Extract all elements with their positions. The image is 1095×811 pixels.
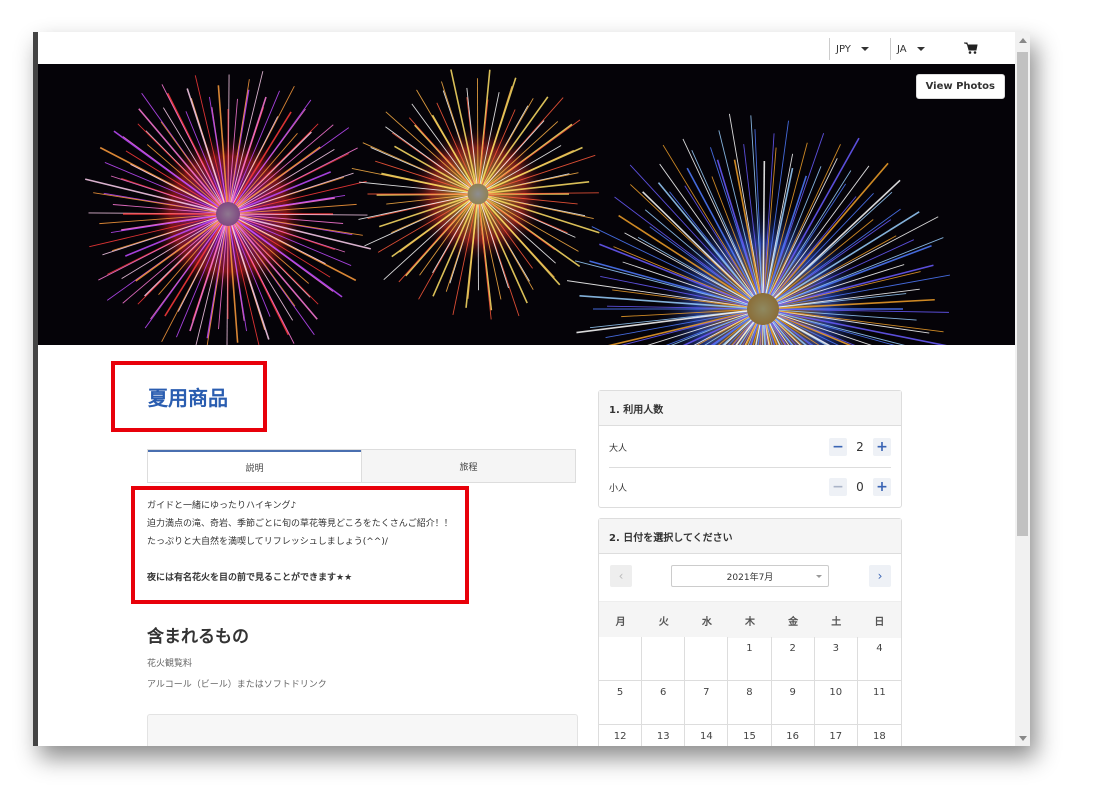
weekday-header: 月 火 水 木 金 土 日 xyxy=(599,601,901,638)
top-bar: JPY JA xyxy=(38,32,1015,64)
product-title: 夏用商品 xyxy=(148,386,228,410)
weekday-label: 月 xyxy=(615,616,626,628)
weekday-label: 金 xyxy=(788,616,799,628)
weekday-label: 水 xyxy=(701,616,712,628)
adult-count: 2 xyxy=(856,440,864,454)
includes-heading: 含まれるもの xyxy=(147,627,249,647)
hero-image-fireworks: View Photos xyxy=(38,64,1015,345)
adult-label: 大人 xyxy=(609,443,628,454)
firework-burst xyxy=(85,71,371,345)
date-heading: 2. 日付を選択してください xyxy=(599,519,901,554)
description-line: たっぷりと大自然を満喫してリフレッシュしましょう(^^)/ xyxy=(147,537,388,547)
firework-burst xyxy=(351,69,600,320)
fireworks-image xyxy=(85,69,951,345)
includes-item: アルコール（ビール）またはソフトドリンク xyxy=(147,680,327,690)
weekday-label: 火 xyxy=(658,616,669,628)
weekday-label: 日 xyxy=(874,616,885,628)
calendar-day[interactable]: 10 xyxy=(814,681,858,725)
calendar-day[interactable]: 5 xyxy=(599,681,643,725)
description-line: ガイドと一緒にゆったりハイキング♪ xyxy=(147,501,297,511)
child-row: 小人 − 0 + xyxy=(609,467,891,507)
child-label: 小人 xyxy=(609,483,628,494)
weekday-label: 木 xyxy=(744,616,755,628)
calendar-day[interactable]: 12 xyxy=(599,725,643,746)
prev-month-button[interactable]: ‹ xyxy=(610,565,632,587)
view-photos-button[interactable]: View Photos xyxy=(915,74,1005,99)
next-month-button[interactable]: › xyxy=(869,565,891,587)
weekday-label: 土 xyxy=(831,616,842,628)
participants-card: 1. 利用人数 大人 − 2 + 小人 − 0 + xyxy=(598,390,902,508)
calendar-empty-cell xyxy=(599,637,643,681)
description-line: 迫力満点の滝、奇岩、季節ごとに旬の草花等見どころをたくさんご紹介！！ xyxy=(147,519,453,529)
participants-heading: 1. 利用人数 xyxy=(599,391,901,426)
adult-plus-button[interactable]: + xyxy=(873,438,891,456)
chevron-down-icon xyxy=(816,575,822,578)
calendar-day[interactable]: 3 xyxy=(814,637,858,681)
calendar-day[interactable]: 2 xyxy=(771,637,815,681)
child-count: 0 xyxy=(856,480,864,494)
calendar-day[interactable]: 17 xyxy=(815,725,858,746)
calendar-day[interactable]: 15 xyxy=(728,725,772,746)
calendar-day[interactable]: 11 xyxy=(857,681,901,725)
child-plus-button[interactable]: + xyxy=(873,478,891,496)
product-tabs: 説明 旅程 xyxy=(147,449,576,483)
scrollbar-thumb[interactable] xyxy=(1017,52,1028,536)
calendar-day[interactable]: 18 xyxy=(858,725,901,746)
scroll-up-icon[interactable] xyxy=(1019,38,1027,43)
firework-burst xyxy=(566,113,951,345)
scroll-down-icon[interactable] xyxy=(1019,736,1027,741)
language-value: JA xyxy=(897,43,907,55)
month-value: 2021年7月 xyxy=(726,572,774,583)
adult-minus-button[interactable]: − xyxy=(829,438,847,456)
browser-frame: JPY JA View Photos 夏用商品 説明 旅程 ガイドと一緒にゆった… xyxy=(33,32,1030,746)
chevron-down-icon xyxy=(916,47,925,51)
tab-itinerary[interactable]: 旅程 xyxy=(361,450,575,482)
calendar-day[interactable]: 14 xyxy=(685,725,729,746)
month-select[interactable]: 2021年7月 xyxy=(671,565,829,587)
chevron-down-icon xyxy=(860,47,869,51)
calendar-day[interactable]: 1 xyxy=(728,637,772,681)
calendar-empty-cell xyxy=(685,637,729,681)
calendar-grid: 1 2 3 4 5 6 7 8 9 10 11 12 13 14 15 16 17 18 xyxy=(599,637,901,746)
cart-icon[interactable] xyxy=(964,42,978,54)
adult-row: 大人 − 2 + xyxy=(609,427,891,468)
currency-select[interactable]: JPY xyxy=(829,38,892,60)
calendar-empty-cell xyxy=(642,637,686,681)
language-select[interactable]: JA xyxy=(890,38,953,60)
calendar-day[interactable]: 7 xyxy=(685,681,729,725)
chevron-left-icon: ‹ xyxy=(618,569,624,583)
calendar-day[interactable]: 6 xyxy=(642,681,686,725)
product-description: ガイドと一緒にゆったりハイキング♪ 迫力満点の滝、奇岩、季節ごとに旬の草花等見ど… xyxy=(147,497,453,587)
tab-description[interactable]: 説明 xyxy=(148,450,361,482)
calendar-day[interactable]: 4 xyxy=(857,637,901,681)
calendar-day[interactable]: 9 xyxy=(771,681,815,725)
date-card: 2. 日付を選択してください ‹ 2021年7月 › 月 火 水 木 金 土 日… xyxy=(598,518,902,746)
calendar-day[interactable]: 8 xyxy=(728,681,772,725)
info-panel xyxy=(147,714,578,746)
includes-item: 花火観覧料 xyxy=(147,659,193,669)
calendar-day[interactable]: 13 xyxy=(642,725,686,746)
child-minus-button[interactable]: − xyxy=(829,478,847,496)
description-highlight: 夜には有名花火を目の前で見ることができます★★ xyxy=(147,573,353,583)
currency-value: JPY xyxy=(836,43,851,55)
calendar-day[interactable]: 16 xyxy=(772,725,815,746)
